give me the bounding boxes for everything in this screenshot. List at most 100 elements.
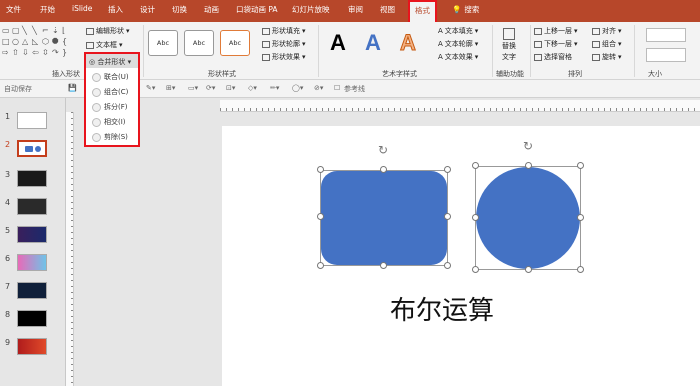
- slide-thumbnail-7[interactable]: [17, 282, 47, 299]
- shape-gallery[interactable]: ▭ ▢ ╲ ╲ ⌐ ⇣ ⌊ □ ○ △ ◺ ⬡ ⯃ { ⇨ ⇧ ⇩ ⇦ ⇳ ↷ …: [2, 26, 78, 66]
- text-fill-button[interactable]: A 文本填充 ▾: [438, 26, 478, 36]
- slide-thumbnail-4[interactable]: [17, 198, 47, 215]
- fill-icon[interactable]: ◇▾: [248, 84, 257, 92]
- resize-handle[interactable]: [317, 166, 324, 173]
- circle-shape-icon[interactable]: ○: [12, 37, 19, 46]
- tab-home[interactable]: 开始: [40, 4, 55, 15]
- crop-icon[interactable]: ⊡▾: [226, 84, 235, 92]
- resize-handle[interactable]: [472, 162, 479, 169]
- resize-handle[interactable]: [317, 262, 324, 269]
- up-arrow-shape-icon[interactable]: ⇧: [12, 48, 19, 57]
- right-arrow-shape-icon[interactable]: ⇨: [2, 48, 9, 57]
- replace-text-button[interactable]: 替换 文字: [502, 28, 516, 62]
- save-icon[interactable]: 💾: [68, 84, 77, 92]
- slide[interactable]: [222, 126, 700, 386]
- edit-shape-button[interactable]: 编辑形状 ▾: [86, 26, 130, 36]
- tab-islide[interactable]: iSlide: [72, 4, 92, 13]
- resize-handle[interactable]: [444, 166, 451, 173]
- resize-handle[interactable]: [472, 266, 479, 273]
- shape-style-2[interactable]: Abc: [184, 30, 214, 56]
- tab-pocket-animation[interactable]: 口袋动画 PA: [236, 4, 278, 15]
- guides-checkbox[interactable]: ☐: [334, 84, 340, 92]
- bracket-shape-icon[interactable]: ⌊: [62, 26, 65, 35]
- line-color-icon[interactable]: ✏▾: [270, 84, 279, 92]
- rounded-rect-shape-icon[interactable]: ▢: [12, 26, 20, 35]
- curve-shape-icon[interactable]: ↷: [52, 48, 59, 57]
- triangle-shape-icon[interactable]: △: [22, 37, 28, 46]
- square-shape-icon[interactable]: □: [2, 37, 10, 46]
- tab-file[interactable]: 文件: [6, 4, 21, 15]
- align-tools-icon[interactable]: ⊞▾: [166, 84, 175, 92]
- format-painter-icon[interactable]: ✎▾: [146, 84, 155, 92]
- shape-style-3[interactable]: Abc: [220, 30, 250, 56]
- curly-shape-icon[interactable]: {: [62, 37, 67, 46]
- hex-shape-icon[interactable]: ⬡: [42, 37, 49, 46]
- resize-handle[interactable]: [444, 262, 451, 269]
- circle-shape[interactable]: [476, 167, 580, 269]
- down-arrow-shape-icon[interactable]: ⇩: [22, 48, 29, 57]
- tab-review[interactable]: 审阅: [348, 4, 363, 15]
- resize-handle[interactable]: [577, 162, 584, 169]
- slide-thumbnail-5[interactable]: [17, 226, 47, 243]
- resize-handle[interactable]: [525, 266, 532, 273]
- merge-shapes-button[interactable]: ◎ 合并形状 ▾: [86, 54, 138, 68]
- tab-format[interactable]: 格式: [408, 0, 437, 24]
- resize-handle[interactable]: [317, 213, 324, 220]
- shape-effects-button[interactable]: 形状效果 ▾: [262, 52, 306, 62]
- connector-shape-icon[interactable]: ⌐: [42, 26, 49, 35]
- slide-thumbnail-1[interactable]: [17, 112, 47, 129]
- menu-item-intersect[interactable]: 相交(I): [92, 117, 126, 127]
- tab-view[interactable]: 视图: [380, 4, 395, 15]
- group-button[interactable]: 组合 ▾: [592, 39, 622, 49]
- oct-shape-icon[interactable]: ⯃: [52, 37, 58, 47]
- selection-pane-button[interactable]: 选择窗格: [534, 52, 572, 62]
- slide-thumbnail-2[interactable]: [17, 140, 47, 157]
- resize-handle[interactable]: [577, 214, 584, 221]
- tab-transitions[interactable]: 切换: [172, 4, 187, 15]
- slide-thumbnail-9[interactable]: [17, 338, 47, 355]
- line2-shape-icon[interactable]: ╲: [32, 26, 37, 35]
- slide-thumbnail-3[interactable]: [17, 170, 47, 187]
- resize-handle[interactable]: [380, 166, 387, 173]
- left-arrow-shape-icon[interactable]: ⇦: [32, 48, 39, 57]
- resize-handle[interactable]: [444, 213, 451, 220]
- rotate-tools-icon[interactable]: ⟳▾: [206, 84, 215, 92]
- effects-tools-icon[interactable]: ◯▾: [292, 84, 303, 92]
- bring-forward-button[interactable]: 上移一层 ▾: [534, 26, 578, 36]
- arrow-shape-icon[interactable]: ⇣: [52, 26, 59, 35]
- resize-handle[interactable]: [577, 266, 584, 273]
- shape-outline-button[interactable]: 形状轮廓 ▾: [262, 39, 306, 49]
- rotate-handle-icon[interactable]: ↻: [377, 144, 389, 156]
- align-button[interactable]: 对齐 ▾: [592, 26, 622, 36]
- tab-insert[interactable]: 插入: [108, 4, 123, 15]
- shape-style-1[interactable]: Abc: [148, 30, 178, 56]
- menu-item-subtract[interactable]: 剪除(S): [92, 132, 128, 142]
- resize-handle[interactable]: [525, 162, 532, 169]
- rounded-rectangle-shape[interactable]: [321, 171, 447, 265]
- menu-item-fragment[interactable]: 拆分(F): [92, 102, 128, 112]
- height-input[interactable]: [646, 28, 686, 42]
- slide-thumbnail-8[interactable]: [17, 310, 47, 327]
- slide-title[interactable]: 布尔运算: [390, 290, 494, 327]
- send-backward-button[interactable]: 下移一层 ▾: [534, 39, 578, 49]
- rotate-handle-icon[interactable]: ↻: [522, 140, 534, 152]
- wordart-style-2[interactable]: A: [365, 30, 381, 56]
- slide-thumbnail-6[interactable]: [17, 254, 47, 271]
- text-outline-button[interactable]: A 文本轮廓 ▾: [438, 39, 478, 49]
- rectangle-shape-icon[interactable]: ▭: [2, 26, 10, 35]
- rotate-button[interactable]: 旋转 ▾: [592, 52, 622, 62]
- width-input[interactable]: [646, 48, 686, 62]
- menu-item-union[interactable]: 联合(U): [92, 72, 129, 82]
- tab-animations[interactable]: 动画: [204, 4, 219, 15]
- wordart-style-3[interactable]: A: [400, 30, 417, 56]
- wordart-style-1[interactable]: A: [330, 30, 346, 56]
- menu-item-combine[interactable]: 组合(C): [92, 87, 128, 97]
- search-box[interactable]: 💡 搜索: [452, 4, 479, 15]
- text-box-button[interactable]: 文本框 ▾: [86, 40, 123, 50]
- more-tools-icon[interactable]: ⊘▾: [314, 84, 323, 92]
- resize-handle[interactable]: [472, 214, 479, 221]
- shape-tools-icon[interactable]: ▭▾: [188, 84, 198, 92]
- tab-slideshow[interactable]: 幻灯片放映: [292, 4, 330, 15]
- tab-design[interactable]: 设计: [140, 4, 155, 15]
- resize-handle[interactable]: [380, 262, 387, 269]
